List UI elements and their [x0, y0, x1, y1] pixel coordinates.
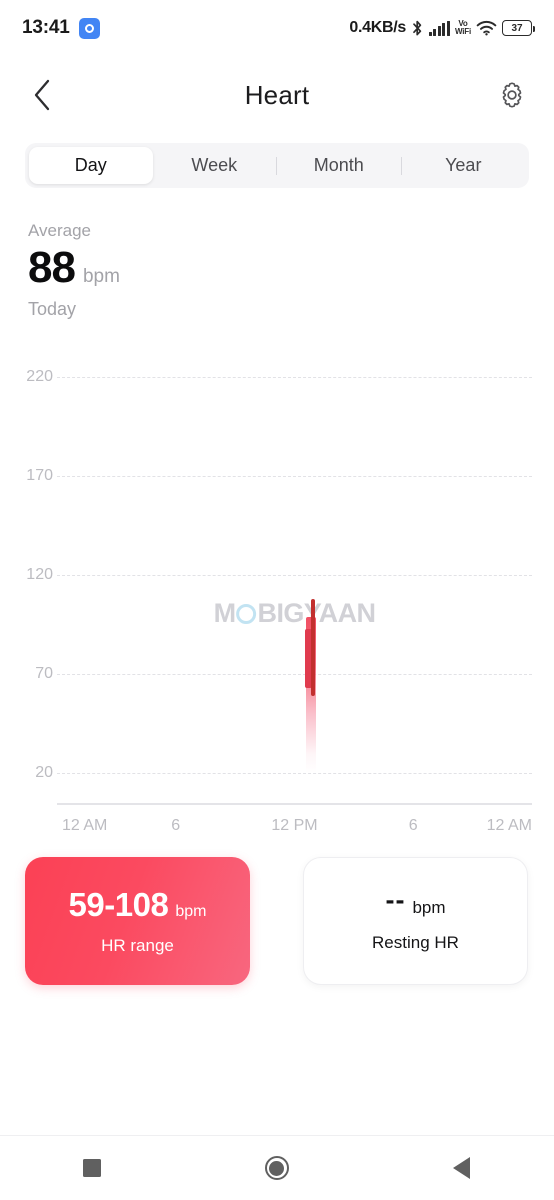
recents-button[interactable] [55, 1142, 129, 1194]
average-unit: bpm [82, 266, 120, 288]
home-button[interactable] [240, 1142, 314, 1194]
resting-hr-unit: bpm [412, 898, 446, 917]
nav-back-button[interactable] [425, 1142, 499, 1194]
resting-hr-value: -- [385, 885, 406, 915]
settings-button[interactable] [490, 73, 534, 117]
chart-gridline [57, 773, 532, 774]
chart-x-tick-label: 12 AM [486, 817, 532, 834]
tab-day[interactable]: Day [29, 147, 153, 184]
status-bar-left: 13:41 [22, 17, 100, 39]
app-bar: Heart [0, 60, 554, 130]
cellular-signal-icon [428, 20, 450, 36]
chart-data-line [311, 598, 315, 696]
chart-gridline [57, 575, 532, 576]
network-speed-text: 0.4KB/s [349, 19, 406, 36]
chart-x-tick-label: 12 AM [62, 817, 108, 834]
chart-x-tick-label: 6 [171, 817, 181, 834]
square-recents-icon [83, 1159, 102, 1177]
average-summary: Average 88 bpm Today [28, 220, 120, 320]
resting-hr-label: Resting HR [372, 933, 459, 952]
status-clock: 13:41 [22, 17, 70, 38]
status-bar-right: 0.4KB/s Vo WiFi 37 [349, 19, 535, 37]
chart-x-axis-line [57, 803, 532, 805]
chart-y-tick-label: 120 [26, 566, 53, 583]
hr-range-card[interactable]: 59-108 bpm HR range [25, 857, 250, 985]
resting-hr-card[interactable]: -- bpm Resting HR [303, 857, 528, 985]
chart-gridline [57, 476, 532, 477]
battery-icon: 37 [502, 20, 535, 36]
chart-y-tick-label: 170 [26, 467, 53, 484]
chart-y-tick-label: 220 [26, 368, 53, 385]
tab-month[interactable]: Month [277, 147, 401, 184]
chart-gridline [57, 377, 532, 378]
back-button[interactable] [20, 73, 64, 117]
average-value: 88 [28, 243, 76, 293]
chart-y-tick-label: 20 [35, 764, 53, 781]
phone-screen: 13:41 0.4KB/s Vo WiFi 37 Heart Day Week … [0, 0, 554, 1200]
resting-hr-value-row: -- bpm [385, 885, 446, 920]
chart-plot-area: M BIGYAAN 220 170 120 70 20 [26, 355, 532, 805]
average-label: Average [28, 221, 92, 240]
chart-y-tick-label: 70 [35, 665, 53, 682]
hr-range-label: HR range [101, 936, 174, 955]
android-nav-bar [0, 1136, 554, 1200]
average-value-row: 88 bpm [28, 246, 120, 290]
page-title: Heart [244, 79, 310, 110]
chart-x-tick-label: 6 [408, 817, 418, 834]
wifi-icon [476, 21, 497, 36]
chevron-left-icon [34, 79, 50, 111]
chart-gridline [57, 674, 532, 675]
hr-range-unit: bpm [175, 903, 207, 920]
average-period: Today [28, 299, 77, 320]
tab-year[interactable]: Year [402, 147, 526, 184]
chart-x-tick-label: 12 PM [271, 817, 318, 834]
hr-range-value: 59-108 [68, 886, 169, 923]
heart-rate-chart[interactable]: M BIGYAAN 220 170 120 70 20 12 AM 6 12 PM 6 12 AM [0, 355, 554, 835]
volte-wifi-icon: Vo WiFi [454, 19, 471, 36]
status-bar: 13:41 0.4KB/s Vo WiFi 37 [0, 0, 554, 56]
hr-range-value-row: 59-108 bpm [69, 886, 207, 924]
stat-card-row: 59-108 bpm HR range -- bpm Resting HR [25, 857, 529, 985]
circle-home-icon [264, 1156, 289, 1180]
bluetooth-icon [413, 20, 422, 35]
battery-percent-text: 37 [511, 22, 523, 34]
gear-icon [502, 82, 522, 108]
period-tab-bar: Day Week Month Year [25, 143, 529, 188]
tab-week[interactable]: Week [153, 147, 277, 184]
triangle-back-icon [453, 1157, 471, 1179]
mobigyaan-watermark: M BIGYAAN [213, 598, 376, 628]
maps-location-icon [78, 17, 100, 39]
